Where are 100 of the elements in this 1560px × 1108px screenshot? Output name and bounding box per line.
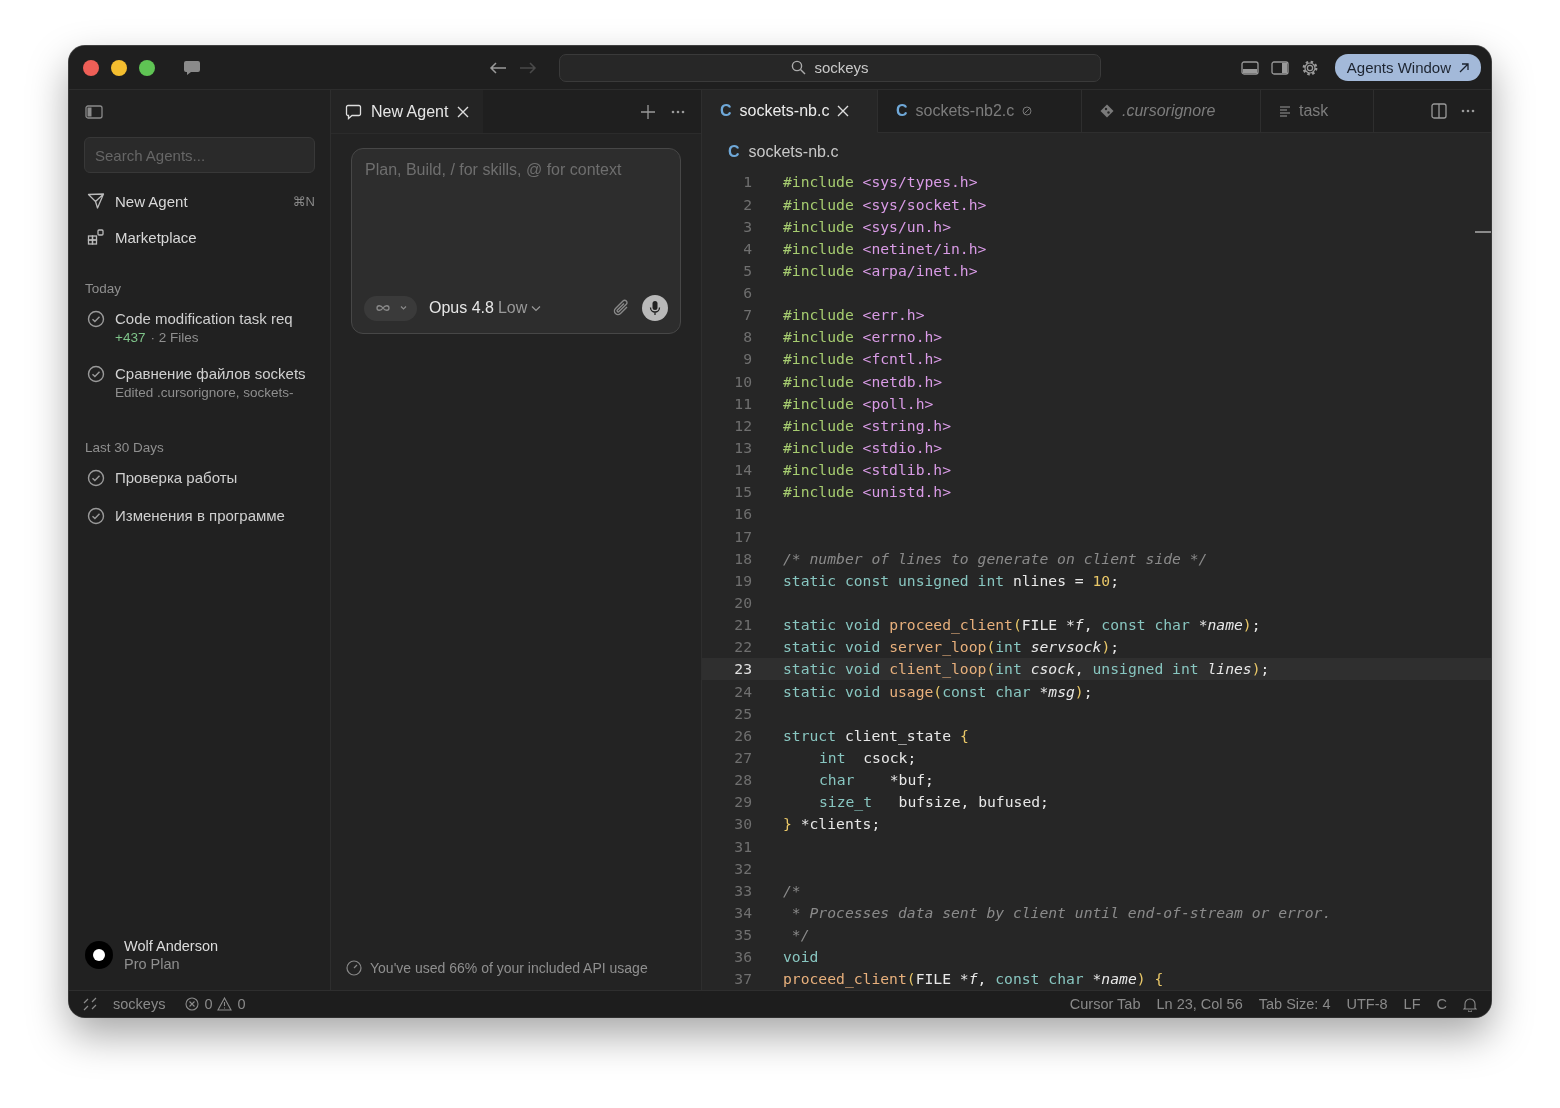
- search-agents-field[interactable]: Search Agents...: [84, 137, 315, 173]
- code-line: static void proceed_client(FILE *f, const char *name);: [783, 616, 1261, 634]
- code-line: #include <string.h>: [783, 416, 952, 434]
- settings-icon[interactable]: [1300, 58, 1319, 77]
- code-line: static void server_loop(int servsock);: [783, 638, 1120, 656]
- code-line: static void usage(const char *msg);: [783, 682, 1093, 700]
- code-line: char *buf;: [819, 771, 934, 789]
- send-icon: [87, 192, 105, 210]
- line-number: 36: [733, 948, 753, 966]
- agent-history-item[interactable]: Изменения в программе: [115, 507, 285, 524]
- line-number: 19: [733, 571, 753, 589]
- file-tab[interactable]: C sockets-nb2.c: [878, 90, 1082, 133]
- line-number: 8: [742, 328, 753, 346]
- sidebar-toggle-icon[interactable]: [85, 104, 103, 119]
- code-line: size_t bufsize, bufused;: [819, 793, 1049, 811]
- line-number: 22: [733, 638, 753, 656]
- file-tab[interactable]: .cursorignore: [1082, 90, 1261, 133]
- sidebar-item[interactable]: New Agent ⌘N: [84, 183, 315, 219]
- microphone-button[interactable]: [642, 295, 668, 321]
- code-line: #include <stdio.h>: [783, 439, 943, 457]
- code-line: #include <arpa/inet.h>: [783, 261, 978, 279]
- line-number: 27: [733, 749, 753, 766]
- code-line: static void client_loop(int csock, unsigned int lines);: [783, 660, 1270, 678]
- line-number: 14: [733, 461, 753, 479]
- prompt-field[interactable]: Plan, Build, / for skills, @ for context Opus 4.8 Low: [351, 148, 681, 334]
- status-item[interactable]: C: [1436, 996, 1447, 1012]
- line-number: 1: [742, 173, 753, 191]
- user-name: Wolf Anderson: [124, 938, 219, 954]
- agent-detail-text: · 2 Files: [150, 330, 199, 345]
- code-line: } *clients;: [783, 815, 881, 833]
- infinity-icon: [373, 302, 408, 314]
- close-window-button[interactable]: [83, 59, 99, 76]
- line-number: 24: [733, 682, 753, 700]
- plus-icon[interactable]: [641, 104, 655, 119]
- status-item[interactable]: LF: [1403, 996, 1421, 1012]
- line-number: 31: [733, 837, 753, 855]
- status-item[interactable]: UTF-8: [1346, 996, 1388, 1012]
- code-line: #include <fcntl.h>: [783, 350, 943, 368]
- line-number: 37: [733, 970, 753, 988]
- search-field[interactable]: sockeys: [559, 53, 1101, 82]
- sidebar-item[interactable]: Marketplace: [84, 219, 315, 255]
- minimize-window-button[interactable]: [111, 59, 127, 76]
- code-line: /*: [783, 881, 801, 899]
- diamond-icon: [1100, 103, 1114, 118]
- chat-icon[interactable]: [183, 59, 201, 76]
- code-line: */: [790, 926, 810, 944]
- bell-icon[interactable]: [1463, 996, 1477, 1012]
- agent-detail-text: Edited .cursorignore, sockets-: [115, 385, 294, 400]
- line-number: 33: [733, 881, 753, 899]
- code-line: #include <sys/un.h>: [783, 217, 952, 235]
- line-number: 12: [733, 416, 753, 434]
- agent-history-item[interactable]: Code modification task req: [115, 310, 293, 327]
- code-line: int csock;: [819, 749, 917, 766]
- search-icon: [791, 60, 807, 75]
- line-number: 32: [733, 859, 753, 877]
- line-number: 35: [733, 926, 753, 944]
- error-count: 0: [204, 996, 213, 1012]
- file-tab[interactable]: C sockets-nb.c: [702, 90, 878, 133]
- status-item[interactable]: Cursor Tab: [1069, 996, 1141, 1012]
- status-item[interactable]: Tab Size: 4: [1258, 996, 1331, 1012]
- file-tab[interactable]: task: [1261, 90, 1374, 133]
- code-line: * Processes data sent by client until end-of-stream or error.: [790, 904, 1332, 921]
- more-icon[interactable]: [671, 109, 685, 114]
- line-number: 10: [733, 372, 753, 390]
- line-number: 11: [733, 394, 753, 412]
- code-line: #include <errno.h>: [783, 328, 943, 346]
- bottom-panel-icon[interactable]: [1240, 59, 1259, 76]
- model-selector[interactable]: Opus 4.8 Low: [429, 299, 542, 317]
- split-editor-icon[interactable]: [1431, 102, 1447, 119]
- more-icon[interactable]: [1461, 108, 1475, 113]
- avatar-icon: [84, 940, 114, 970]
- code-line: proceed_client(FILE *f, const char *name) {: [783, 970, 1164, 988]
- code-line: #include <unistd.h>: [783, 483, 952, 501]
- agents-window-button[interactable]: Agents Window: [1334, 54, 1481, 81]
- paperclip-icon[interactable]: [612, 298, 630, 318]
- agent-tab[interactable]: New Agent: [331, 90, 484, 133]
- code-line: #include <poll.h>: [783, 394, 934, 412]
- blocks-icon: [87, 228, 105, 246]
- line-number: 18: [733, 549, 753, 567]
- close-icon[interactable]: [457, 105, 470, 118]
- line-number: 30: [733, 815, 753, 833]
- microphone-icon: [649, 300, 661, 316]
- line-number: 6: [742, 284, 753, 302]
- gauge-icon: [346, 960, 362, 976]
- zoom-window-button[interactable]: [139, 59, 155, 76]
- project-name[interactable]: sockeys: [113, 996, 166, 1012]
- line-number: 7: [742, 306, 753, 324]
- side-panel-icon[interactable]: [1270, 59, 1289, 76]
- close-icon[interactable]: [837, 104, 850, 117]
- lines-added-count: +437: [115, 330, 146, 345]
- line-number: 29: [733, 793, 753, 811]
- scroll-marker: [1475, 230, 1491, 233]
- line-number: 2: [742, 195, 753, 213]
- breadcrumb-item[interactable]: sockets-nb.c: [748, 142, 839, 161]
- code-line: #include <netinet/in.h>: [783, 239, 987, 257]
- agent-history-item[interactable]: Сравнение файлов sockets: [115, 365, 306, 382]
- back-arrow-icon[interactable]: [489, 60, 507, 75]
- status-item[interactable]: Ln 23, Col 56: [1156, 996, 1243, 1012]
- agent-history-item[interactable]: Проверка работы: [115, 469, 238, 486]
- mode-button[interactable]: [364, 295, 417, 321]
